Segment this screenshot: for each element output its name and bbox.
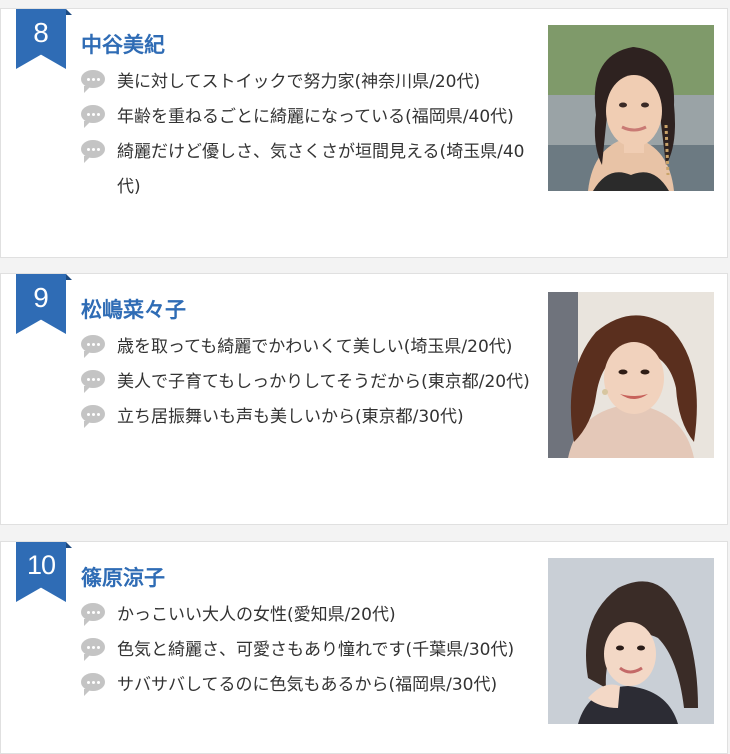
- comment-item: かっこいい大人の女性(愛知県/20代): [81, 598, 531, 633]
- speech-bubble-icon: [81, 140, 105, 163]
- comment-list: かっこいい大人の女性(愛知県/20代) 色気と綺麗さ、可愛さもあり憧れです(千葉…: [81, 598, 531, 703]
- comment-item: 年齢を重ねるごとに綺麗になっている(福岡県/40代): [81, 100, 531, 135]
- comment-text: かっこいい大人の女性(愛知県/20代): [117, 605, 396, 625]
- comment-text: 歳を取っても綺麗でかわいくて美しい(埼玉県/20代): [117, 337, 513, 357]
- comment-item: 美に対してストイックで努力家(神奈川県/20代): [81, 65, 531, 100]
- comment-list: 美に対してストイックで努力家(神奈川県/20代) 年齢を重ねるごとに綺麗になって…: [81, 65, 531, 205]
- rank-number: 10: [26, 550, 56, 580]
- speech-bubble-icon: [81, 603, 105, 626]
- portrait-image: [548, 25, 714, 191]
- speech-bubble-icon: [81, 370, 105, 393]
- ranking-card-10: 10 篠原涼子 かっこいい大人の女性(愛知県/20代) 色気と綺麗さ、可愛さもあ…: [0, 541, 728, 754]
- speech-bubble-icon: [81, 105, 105, 128]
- ribbon-badge-icon: 10: [16, 542, 66, 602]
- comment-text: 年齢を重ねるごとに綺麗になっている(福岡県/40代): [117, 107, 514, 127]
- comment-item: 立ち居振舞いも声も美しいから(東京都/30代): [81, 400, 531, 435]
- ribbon-fold: [66, 274, 72, 280]
- ribbon-badge-icon: 8: [16, 9, 66, 69]
- comment-text: 綺麗だけど優しさ、気さくさが垣間見える(埼玉県/40代): [117, 142, 525, 197]
- rank-number: 8: [33, 17, 49, 48]
- comment-text: 色気と綺麗さ、可愛さもあり憧れです(千葉県/30代): [117, 640, 515, 660]
- ranking-card-8: 8 中谷美紀 美に対してストイックで努力家(神奈川県/20代) 年齢を重ねるごと…: [0, 8, 728, 258]
- comment-item: サバサバしてるのに色気もあるから(福岡県/30代): [81, 668, 531, 703]
- comment-text: サバサバしてるのに色気もあるから(福岡県/30代): [117, 675, 498, 695]
- portrait-image: [548, 558, 714, 724]
- comment-item: 綺麗だけど優しさ、気さくさが垣間見える(埼玉県/40代): [81, 135, 531, 205]
- speech-bubble-icon: [81, 335, 105, 358]
- comment-item: 歳を取っても綺麗でかわいくて美しい(埼玉県/20代): [81, 330, 531, 365]
- comment-text: 美に対してストイックで努力家(神奈川県/20代): [117, 72, 481, 92]
- ribbon-fold: [66, 542, 72, 548]
- speech-bubble-icon: [81, 70, 105, 93]
- person-photo[interactable]: [548, 25, 714, 191]
- comment-list: 歳を取っても綺麗でかわいくて美しい(埼玉県/20代) 美人で子育てもしっかりして…: [81, 330, 531, 435]
- speech-bubble-icon: [81, 673, 105, 696]
- comment-text: 美人で子育てもしっかりしてそうだから(東京都/20代): [117, 372, 530, 392]
- person-name[interactable]: 中谷美紀: [81, 29, 165, 59]
- comment-item: 美人で子育てもしっかりしてそうだから(東京都/20代): [81, 365, 531, 400]
- comment-text: 立ち居振舞いも声も美しいから(東京都/30代): [117, 407, 464, 427]
- speech-bubble-icon: [81, 405, 105, 428]
- person-name[interactable]: 松嶋菜々子: [81, 294, 186, 324]
- portrait-image: [548, 292, 714, 458]
- comment-item: 色気と綺麗さ、可愛さもあり憧れです(千葉県/30代): [81, 633, 531, 668]
- ranking-card-9: 9 松嶋菜々子 歳を取っても綺麗でかわいくて美しい(埼玉県/20代) 美人で子育…: [0, 273, 728, 525]
- person-name[interactable]: 篠原涼子: [81, 562, 165, 592]
- ribbon-badge-icon: 9: [16, 274, 66, 334]
- speech-bubble-icon: [81, 638, 105, 661]
- rank-number: 9: [33, 282, 49, 313]
- person-photo[interactable]: [548, 292, 714, 458]
- person-photo[interactable]: [548, 558, 714, 724]
- ribbon-fold: [66, 9, 72, 15]
